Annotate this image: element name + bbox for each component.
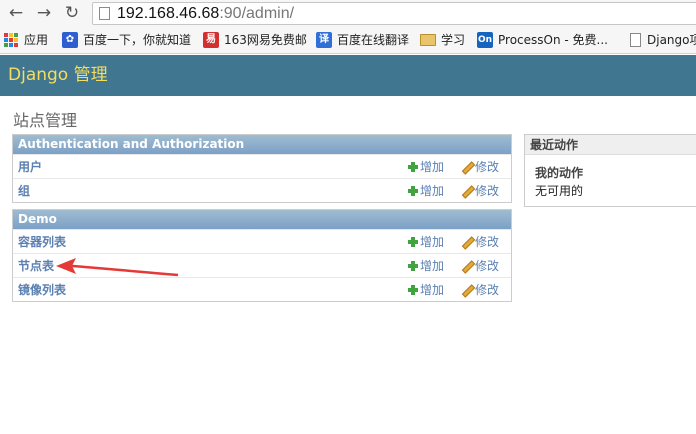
annotation-arrow [56,258,179,277]
